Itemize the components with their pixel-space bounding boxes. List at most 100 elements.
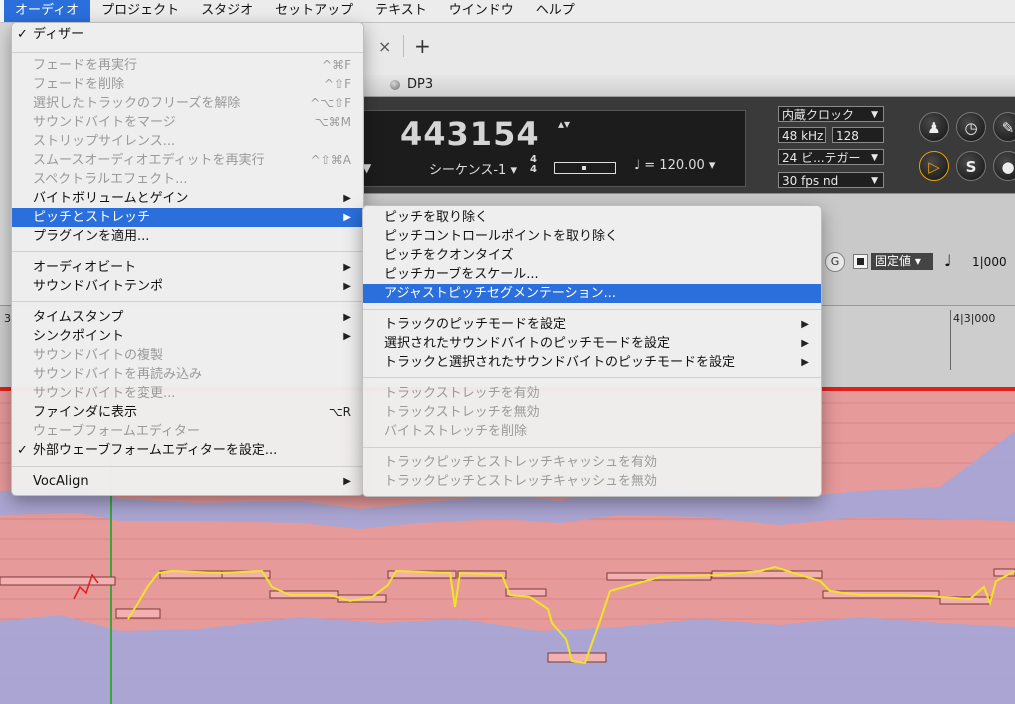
play-mode-button[interactable]: ▷ [919, 151, 949, 181]
menu-item-merge-soundbites[interactable]: サウンドバイトをマージ ⌥⌘M [12, 113, 363, 132]
close-tab-icon[interactable]: × [378, 37, 391, 56]
tools-button[interactable]: ✎ [993, 112, 1015, 142]
grid-mode-dropdown[interactable]: 固定値 ▾ [871, 253, 933, 270]
menu-item-set-track-pitch-mode[interactable]: トラックのピッチモードを設定 ▶ [363, 315, 821, 334]
menu-item-label: トラックストレッチを無効 [384, 405, 540, 420]
menu-item-label: ピッチを取り除く [384, 210, 489, 225]
tab-divider [403, 35, 404, 57]
app-icon [390, 80, 400, 90]
menu-item-dither[interactable]: ✓ ディザー [12, 25, 363, 44]
menu-item-label: トラックストレッチを有効 [384, 386, 540, 401]
menu-item-label: 選択されたサウンドバイトのピッチモードを設定 [384, 336, 671, 351]
menu-item-set-track-and-soundbite-pitch-mode[interactable]: トラックと選択されたサウンドバイトのピッチモードを設定 ▶ [363, 353, 821, 372]
menu-item-redo-smooth-edit[interactable]: スムースオーディオエディットを再実行 ^⇧⌘A [12, 151, 363, 170]
menu-project[interactable]: プロジェクト [90, 0, 190, 22]
menu-audio[interactable]: オーディオ [4, 0, 91, 22]
sample-rate-field[interactable]: 48 kHz [778, 127, 826, 143]
menu-item-strip-silence[interactable]: ストリップサイレンス... [12, 132, 363, 151]
position-slider[interactable] [554, 162, 616, 174]
menu-item-disable-pitch-stretch-cache[interactable]: トラックピッチとストレッチキャッシュを無効 [363, 472, 821, 491]
clock-source-value: 内蔵クロック [782, 108, 855, 122]
menu-studio[interactable]: スタジオ [190, 0, 264, 22]
menu-item-pitch-stretch[interactable]: ピッチとストレッチ ▶ [12, 208, 363, 227]
submenu-arrow-icon: ▶ [801, 357, 809, 368]
menu-separator [363, 377, 821, 378]
sequence-selector[interactable]: シーケンス-1 ▾ [429, 159, 517, 178]
menu-item-bite-volume-gain[interactable]: バイトボリュームとゲイン ▶ [12, 189, 363, 208]
menu-item-label: ピッチコントロールポイントを取り除く [384, 229, 619, 244]
menu-item-apply-plugin[interactable]: プラグインを適用... [12, 227, 363, 246]
submenu-arrow-icon: ▶ [343, 312, 351, 323]
counter-stepper-icon[interactable]: ▴▾ [558, 118, 570, 130]
grid-toggle-button[interactable]: G [825, 252, 845, 272]
menu-shortcut: ⌥⌘M [314, 115, 351, 129]
submenu-arrow-icon: ▶ [343, 331, 351, 342]
menu-item-redo-fade[interactable]: フェードを再実行 ^⌘F [12, 56, 363, 75]
clock-button[interactable]: ◷ [956, 112, 986, 142]
menu-item-change-soundbite[interactable]: サウンドバイトを変更... [12, 384, 363, 403]
checkmark-icon: ✓ [17, 27, 28, 42]
solo-button[interactable]: S [956, 151, 986, 181]
menu-item-spectral-effects[interactable]: スペクトラルエフェクト... [12, 170, 363, 189]
frame-rate-dropdown[interactable]: 30 fps nd ▼ [778, 172, 884, 188]
menu-item-sync-point[interactable]: シンクポイント ▶ [12, 327, 363, 346]
submenu-arrow-icon: ▶ [801, 338, 809, 349]
tempo-value: 120.00 [659, 158, 705, 173]
slider-knob[interactable] [582, 166, 586, 170]
menu-item-enable-pitch-stretch-cache[interactable]: トラックピッチとストレッチキャッシュを有効 [363, 453, 821, 472]
menu-item-label: ピッチをクオンタイズ [384, 248, 514, 263]
menu-item-label: サウンドバイトを再読み込み [33, 367, 203, 382]
menu-item-unfreeze-tracks[interactable]: 選択したトラックのフリーズを解除 ^⌥⇧F [12, 94, 363, 113]
menu-item-enable-track-stretch[interactable]: トラックストレッチを有効 [363, 384, 821, 403]
menu-item-label: スペクトラルエフェクト... [33, 172, 188, 187]
menu-item-delete-fade[interactable]: フェードを削除 ^⇧F [12, 75, 363, 94]
bit-depth-dropdown[interactable]: 24 ビ...テガー ▼ [778, 149, 884, 165]
menu-item-vocalign[interactable]: VocAlign ▶ [12, 472, 363, 491]
counter-value[interactable]: 443154 [400, 115, 540, 153]
menu-item-label: スムースオーディオエディットを再実行 [33, 153, 265, 168]
menu-item-disable-track-stretch[interactable]: トラックストレッチを無効 [363, 403, 821, 422]
menu-item-waveform-editor[interactable]: ウェーブフォームエディター [12, 422, 363, 441]
buffer-size-field[interactable]: 128 [832, 127, 884, 143]
menu-setup[interactable]: セットアップ [264, 0, 364, 22]
ruler-left-marker: 3 [4, 312, 11, 325]
time-sig-bottom: 4 [530, 164, 537, 175]
menu-item-remove-pitch-control-points[interactable]: ピッチコントロールポイントを取り除く [363, 227, 821, 246]
menu-text[interactable]: テキスト [364, 0, 438, 22]
tempo-selector[interactable]: ♩ = 120.00 ▾ [634, 158, 715, 173]
pitch-stretch-submenu: ピッチを取り除く ピッチコントロールポイントを取り除く ピッチをクオンタイズ ピ… [362, 205, 822, 497]
menu-window[interactable]: ウインドウ [438, 0, 525, 22]
submenu-arrow-icon: ▶ [801, 319, 809, 330]
menu-item-scale-pitch-curve[interactable]: ピッチカーブをスケール... [363, 265, 821, 284]
grid-value[interactable]: 1|000 [972, 255, 1007, 269]
menu-separator [12, 301, 363, 302]
menu-item-duplicate-soundbite[interactable]: サウンドバイトの複製 [12, 346, 363, 365]
menu-item-quantize-pitch[interactable]: ピッチをクオンタイズ [363, 246, 821, 265]
menu-item-delete-bite-stretch[interactable]: バイトストレッチを削除 [363, 422, 821, 441]
menu-item-remove-pitch[interactable]: ピッチを取り除く [363, 208, 821, 227]
punch-button[interactable]: ● [993, 151, 1015, 181]
menu-item-show-in-finder[interactable]: ファインダに表示 ⌥R [12, 403, 363, 422]
menu-item-adjust-pitch-segmentation[interactable]: アジャストピッチセグメンテーション... [363, 284, 821, 303]
menu-item-reload-soundbite[interactable]: サウンドバイトを再読み込み [12, 365, 363, 384]
chevron-down-icon: ▼ [871, 110, 878, 120]
ruler-tick [950, 310, 951, 370]
menu-item-label: アジャストピッチセグメンテーション... [384, 286, 616, 301]
menu-item-set-external-editor[interactable]: ✓ 外部ウェーブフォームエディターを設定... [12, 441, 363, 460]
time-signature: 44 [530, 155, 537, 175]
main-counter: 443154 ▴▾ ▼ シーケンス-1 ▾ 44 ♩ = 120.00 ▾ [362, 110, 746, 187]
snap-checkbox[interactable] [853, 254, 868, 269]
clock-source-dropdown[interactable]: 内蔵クロック ▼ [778, 106, 884, 122]
menu-item-set-selected-soundbite-pitch-mode[interactable]: 選択されたサウンドバイトのピッチモードを設定 ▶ [363, 334, 821, 353]
menu-item-label: 外部ウェーブフォームエディターを設定... [33, 443, 278, 458]
new-tab-icon[interactable]: + [414, 34, 431, 58]
menu-item-label: フェードを削除 [33, 77, 125, 92]
metronome-button[interactable]: ♟ [919, 112, 949, 142]
menu-item-audio-beats[interactable]: オーディオビート ▶ [12, 258, 363, 277]
menu-shortcut: ⌥R [328, 405, 351, 419]
menu-item-label: サウンドバイトを変更... [33, 386, 176, 401]
menu-item-soundbite-tempo[interactable]: サウンドバイトテンポ ▶ [12, 277, 363, 296]
menu-item-timestamp[interactable]: タイムスタンプ ▶ [12, 308, 363, 327]
menu-help[interactable]: ヘルプ [525, 0, 586, 22]
menu-item-label: ファインダに表示 [33, 405, 138, 420]
